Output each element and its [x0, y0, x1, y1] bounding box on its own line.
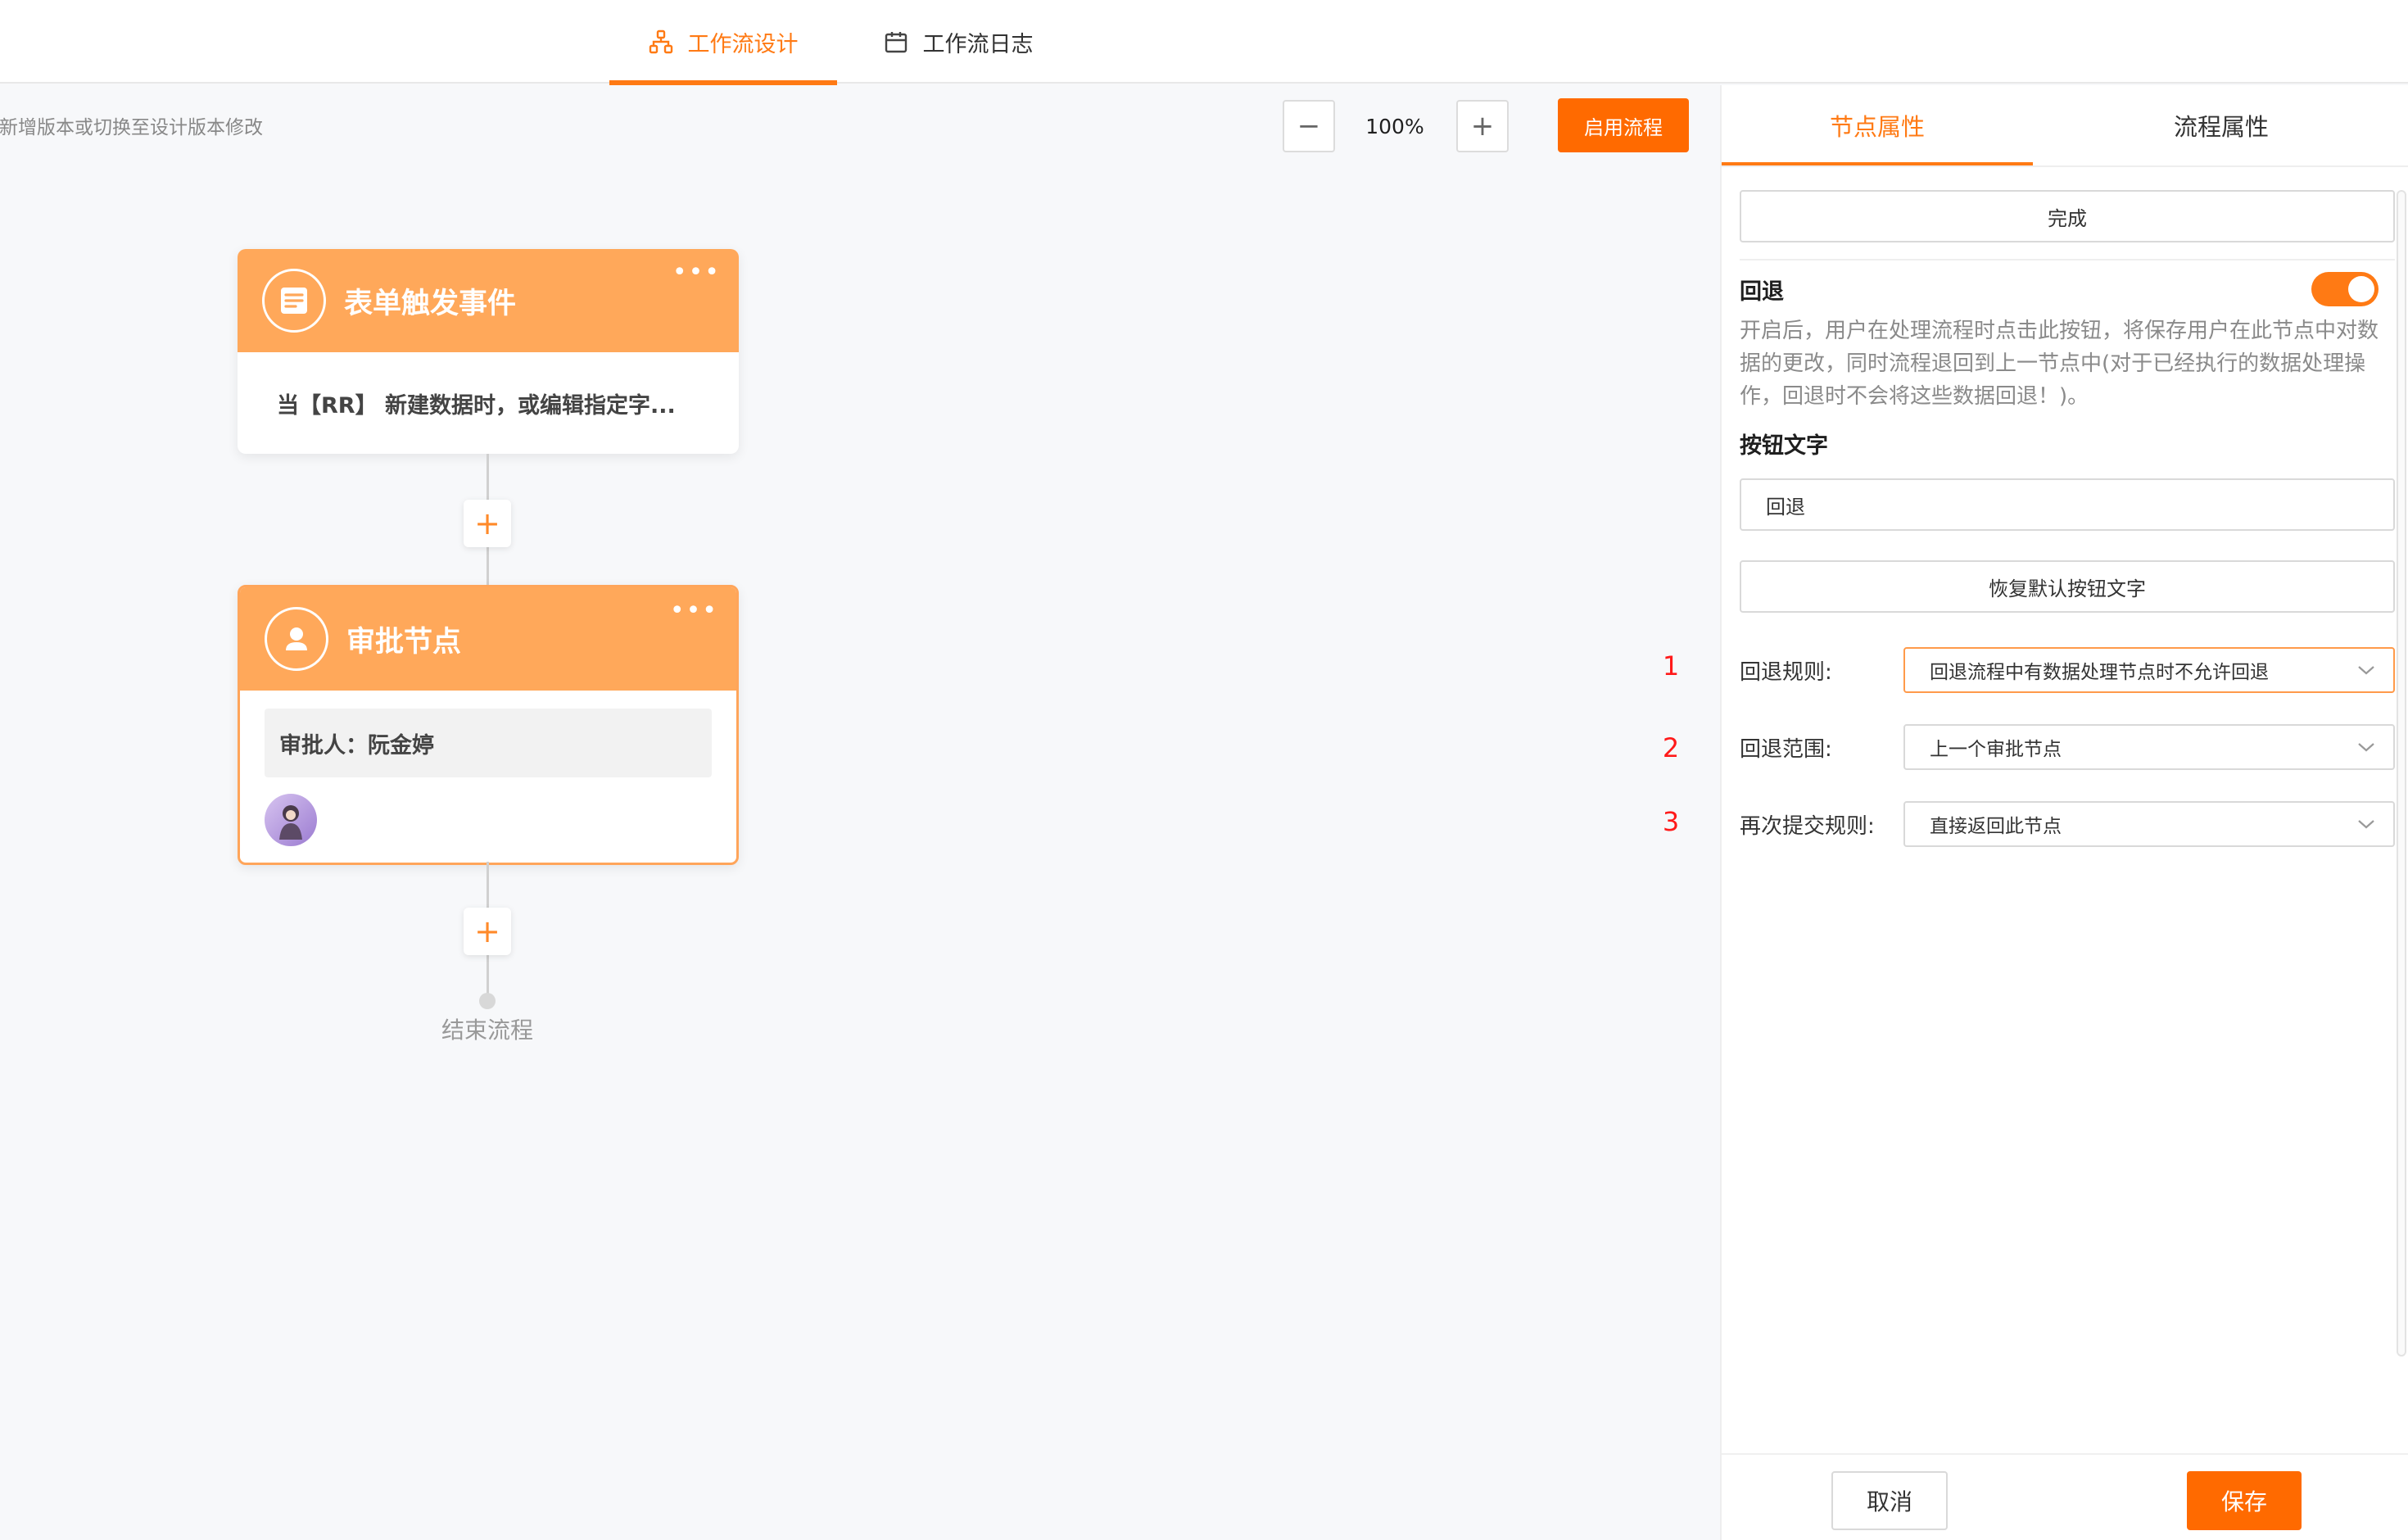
properties-panel: 节点属性 流程属性 完成 回退 开启后，用户在处理流程时点击此按钮，将保存用户在…: [1720, 85, 2408, 1540]
rollback-toggle[interactable]: [2311, 272, 2379, 306]
resubmit-rule-label: 再次提交规则:: [1740, 813, 1875, 839]
rollback-rule-label: 回退规则:: [1740, 659, 1832, 685]
rollback-rule-value: 回退流程中有数据处理节点时不允许回退: [1930, 662, 2269, 683]
annotation-marker-1: 1: [1662, 650, 1680, 682]
footer-divider: [1722, 1453, 2408, 1455]
trigger-node-title: 表单触发事件: [344, 287, 517, 320]
form-icon: [262, 269, 326, 333]
rollback-title: 回退: [1740, 279, 1784, 305]
resubmit-rule-select[interactable]: 直接返回此节点: [1903, 801, 2395, 847]
workflow-canvas[interactable]: 请新增版本或切换至设计版本修改 − 100% + 启用流程 表单触发事件 •••…: [0, 85, 1720, 1540]
annotation-marker-2: 2: [1662, 732, 1680, 763]
rollback-scope-label: 回退范围:: [1740, 736, 1832, 762]
more-icon[interactable]: •••: [672, 260, 721, 285]
annotation-marker-3: 3: [1662, 806, 1680, 837]
more-icon[interactable]: •••: [670, 599, 718, 623]
chevron-down-icon: [2358, 820, 2374, 829]
trigger-node[interactable]: 表单触发事件 ••• 当【RR】 新建数据时，或编辑指定字...: [238, 249, 739, 454]
tab-flow-properties[interactable]: 流程属性: [2033, 85, 2408, 165]
chevron-down-icon: [2358, 743, 2374, 752]
approver-icon: [265, 607, 328, 671]
top-tab-bar: 工作流设计 工作流日志: [0, 0, 2408, 85]
end-dot: [479, 993, 496, 1009]
save-button[interactable]: 保存: [2187, 1471, 2302, 1530]
tab-node-properties[interactable]: 节点属性: [1722, 85, 2033, 165]
enable-workflow-button[interactable]: 启用流程: [1558, 98, 1689, 152]
avatar: [265, 794, 317, 846]
divider: [1740, 259, 2395, 260]
flow-icon: [649, 29, 672, 54]
rollback-description: 开启后，用户在处理流程时点击此按钮，将保存用户在此节点中对数据的更改，同时流程退…: [1740, 319, 2379, 409]
rollback-scope-select[interactable]: 上一个审批节点: [1903, 724, 2395, 770]
approval-node-title: 审批节点: [346, 625, 462, 659]
trigger-node-description: 当【RR】 新建数据时，或编辑指定字...: [277, 392, 676, 419]
resubmit-rule-value: 直接返回此节点: [1930, 816, 2062, 837]
chevron-down-icon: [2358, 666, 2374, 675]
approval-node-header: 审批节点 •••: [240, 587, 736, 691]
complete-button[interactable]: 完成: [1740, 190, 2395, 242]
button-text-label: 按钮文字: [1740, 433, 1828, 459]
zoom-out-button[interactable]: −: [1283, 100, 1335, 152]
tab-workflow-design-label: 工作流设计: [687, 31, 799, 57]
zoom-in-button[interactable]: +: [1456, 100, 1509, 152]
cancel-button[interactable]: 取消: [1831, 1471, 1948, 1530]
panel-scrollbar[interactable]: [2397, 190, 2406, 1357]
calendar-icon: [885, 32, 907, 53]
tab-workflow-log-label: 工作流日志: [922, 31, 1034, 57]
tab-workflow-design[interactable]: 工作流设计: [609, 0, 837, 85]
rollback-rule-select[interactable]: 回退流程中有数据处理节点时不允许回退: [1903, 647, 2395, 693]
tab-divider: [1722, 165, 2408, 167]
button-text-input[interactable]: [1740, 478, 2395, 531]
approval-node[interactable]: 审批节点 ••• 审批人：阮金婷: [238, 585, 739, 865]
zoom-level: 100%: [1365, 114, 1424, 138]
add-node-button[interactable]: +: [464, 500, 511, 547]
approver-name: 审批人：阮金婷: [265, 709, 712, 777]
rollback-scope-value: 上一个审批节点: [1930, 739, 2062, 760]
end-flow-label: 结束流程: [441, 1017, 533, 1044]
add-node-button[interactable]: +: [464, 908, 511, 955]
version-hint: 请新增版本或切换至设计版本修改: [0, 117, 263, 138]
trigger-node-header: 表单触发事件 •••: [238, 249, 739, 352]
tab-workflow-log[interactable]: 工作流日志: [868, 0, 1048, 84]
reset-button-text-button[interactable]: 恢复默认按钮文字: [1740, 560, 2395, 613]
